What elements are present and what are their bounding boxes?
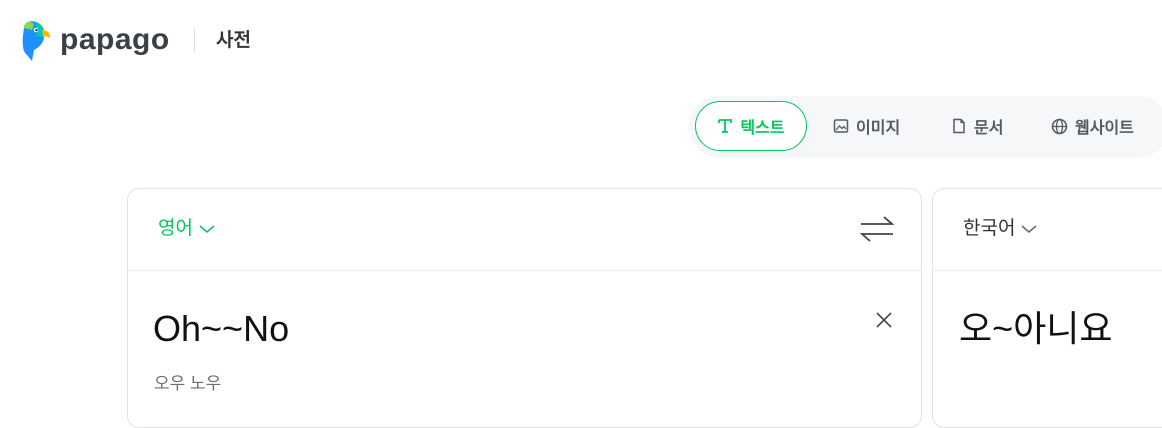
header: papago 사전 [0, 0, 1162, 82]
text-icon [717, 118, 733, 134]
target-panel: 한국어 오~아니요 [932, 188, 1162, 428]
target-panel-header: 한국어 [933, 189, 1162, 271]
swap-arrows-icon [859, 216, 895, 249]
tab-text-label: 텍스트 [740, 120, 785, 137]
close-icon [875, 312, 893, 333]
tab-text[interactable]: 텍스트 [695, 101, 807, 151]
papago-wordmark[interactable]: papago [60, 20, 170, 60]
source-panel: 영어 Oh~~No 오우 노우 [127, 188, 922, 428]
mode-tab-bar: 텍스트 이미지 문서 웹사이트 [689, 96, 1162, 158]
source-panel-header: 영어 [128, 189, 921, 271]
chevron-down-icon [1021, 216, 1037, 242]
tab-image[interactable]: 이미지 [833, 101, 900, 151]
image-icon [833, 118, 849, 134]
globe-icon [1051, 118, 1068, 135]
header-divider [194, 30, 195, 52]
source-text-input[interactable]: Oh~~No [153, 307, 289, 351]
chevron-down-icon [199, 216, 215, 242]
tab-document[interactable]: 문서 [951, 101, 1003, 151]
tab-website-label: 웹사이트 [1075, 120, 1134, 137]
source-language-label: 영어 [158, 218, 193, 239]
tab-website[interactable]: 웹사이트 [1051, 101, 1134, 151]
target-language-select[interactable]: 한국어 [963, 216, 1037, 242]
tab-image-label: 이미지 [856, 120, 901, 137]
target-language-label: 한국어 [963, 218, 1016, 239]
source-language-select[interactable]: 영어 [158, 216, 215, 242]
papago-logo-icon[interactable] [20, 20, 52, 62]
clear-text-button[interactable] [875, 311, 893, 329]
translation-output: 오~아니요 [959, 308, 1113, 349]
document-icon [951, 118, 967, 134]
dictionary-link[interactable]: 사전 [216, 28, 251, 54]
swap-languages-button[interactable] [859, 213, 895, 245]
pronunciation-text: 오우 노우 [154, 374, 222, 393]
tab-document-label: 문서 [974, 120, 1004, 137]
